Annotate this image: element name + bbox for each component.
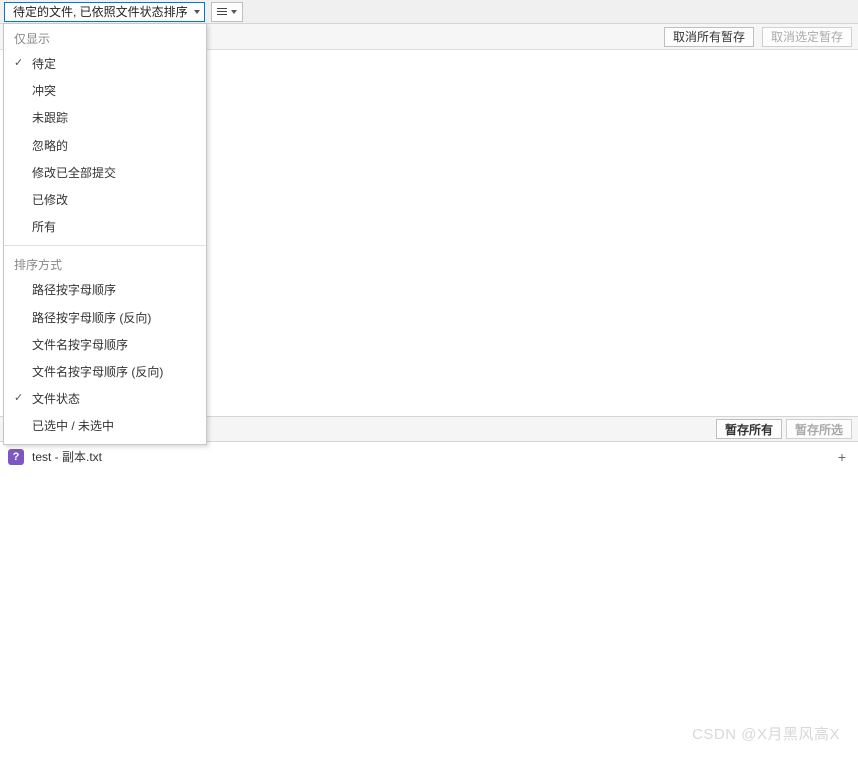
file-status-icon: ?	[8, 449, 24, 465]
chevron-down-icon	[231, 10, 237, 14]
menu-section-sort: 排序方式	[4, 250, 206, 277]
stash-all-button[interactable]: 暂存所有	[716, 419, 782, 439]
hamburger-icon	[217, 8, 227, 15]
dropdown-label: 待定的文件, 已依照文件状态排序	[13, 3, 188, 20]
list-options-button[interactable]	[211, 2, 243, 22]
menu-item-sort-1[interactable]: 路径按字母顺序 (反向)	[4, 305, 206, 332]
menu-item-sort-4[interactable]: 文件状态	[4, 386, 206, 413]
file-name: test - 副本.txt	[32, 448, 834, 465]
file-item[interactable]: ? test - 副本.txt+	[0, 442, 858, 471]
menu-item-show-3[interactable]: 忽略的	[4, 133, 206, 160]
cancel-all-stash-button[interactable]: 取消所有暂存	[664, 27, 754, 47]
menu-item-show-2[interactable]: 未跟踪	[4, 105, 206, 132]
menu-item-show-4[interactable]: 修改已全部提交	[4, 160, 206, 187]
filter-sort-dropdown[interactable]: 待定的文件, 已依照文件状态排序	[4, 2, 205, 22]
menu-item-show-0[interactable]: 待定	[4, 51, 206, 78]
menu-item-show-6[interactable]: 所有	[4, 214, 206, 241]
cancel-selected-stash-button[interactable]: 取消选定暂存	[762, 27, 852, 47]
menu-item-sort-2[interactable]: 文件名按字母顺序	[4, 332, 206, 359]
watermark: CSDN @X月黑风高X	[692, 723, 840, 744]
unstaged-file-list: ? test - 副本.txt+	[0, 442, 858, 471]
menu-item-sort-5[interactable]: 已选中 / 未选中	[4, 413, 206, 440]
toolbar: 待定的文件, 已依照文件状态排序	[0, 0, 858, 24]
chevron-down-icon	[194, 10, 200, 14]
menu-item-show-5[interactable]: 已修改	[4, 187, 206, 214]
menu-divider	[4, 245, 206, 246]
menu-section-show: 仅显示	[4, 24, 206, 51]
stage-file-button[interactable]: +	[834, 449, 850, 465]
filter-sort-menu: 仅显示 待定冲突未跟踪忽略的修改已全部提交已修改所有 排序方式 路径按字母顺序路…	[3, 23, 207, 445]
menu-item-sort-3[interactable]: 文件名按字母顺序 (反向)	[4, 359, 206, 386]
stash-selected-button[interactable]: 暂存所选	[786, 419, 852, 439]
menu-item-sort-0[interactable]: 路径按字母顺序	[4, 277, 206, 304]
menu-item-show-1[interactable]: 冲突	[4, 78, 206, 105]
